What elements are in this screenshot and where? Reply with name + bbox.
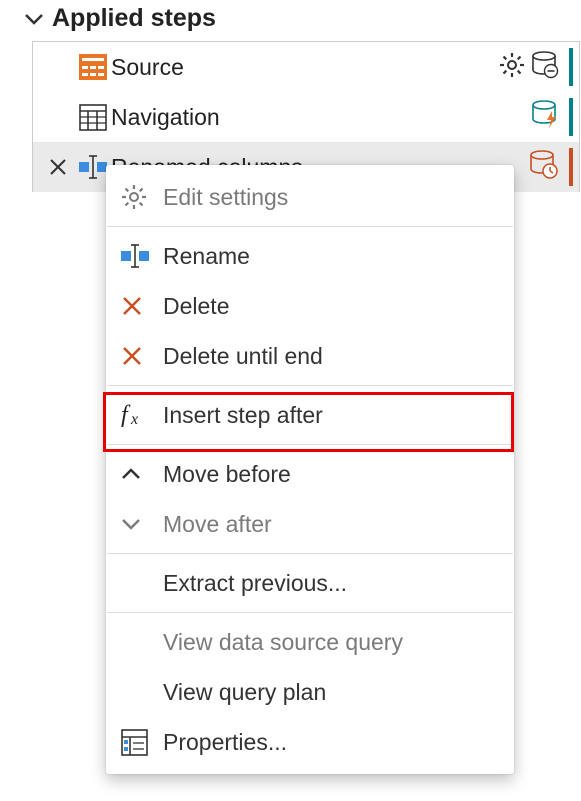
menu-separator [107, 385, 513, 386]
menu-view-query-plan[interactable]: View query plan [107, 667, 513, 717]
rename-icon [121, 243, 163, 269]
chevron-down-icon [24, 9, 44, 29]
menu-delete-until-end[interactable]: Delete until end [107, 331, 513, 381]
database-clock-icon[interactable] [529, 150, 559, 185]
accent-bar [569, 98, 573, 136]
menu-rename[interactable]: Rename [107, 231, 513, 281]
menu-insert-step-after[interactable]: Insert step after [107, 390, 513, 440]
accent-bar [569, 48, 573, 86]
menu-separator [107, 444, 513, 445]
menu-separator [107, 226, 513, 227]
database-bolt-icon[interactable] [531, 100, 559, 135]
menu-properties[interactable]: Properties... [107, 717, 513, 767]
menu-edit-settings: Edit settings [107, 172, 513, 222]
menu-separator [107, 553, 513, 554]
chevron-down-icon [121, 514, 163, 534]
database-minus-icon[interactable] [531, 51, 559, 84]
applied-steps-header[interactable]: Applied steps [0, 4, 581, 39]
menu-move-before[interactable]: Move before [107, 449, 513, 499]
menu-view-data-source-query: View data source query [107, 617, 513, 667]
delete-step-button[interactable] [41, 157, 75, 177]
table-icon [75, 104, 111, 131]
menu-delete[interactable]: Delete [107, 281, 513, 331]
step-label: Source [111, 54, 499, 81]
gear-icon[interactable] [499, 52, 525, 83]
step-context-menu: Edit settings Rename Delete Delete until… [106, 165, 514, 774]
accent-bar [569, 148, 573, 186]
step-label: Navigation [111, 104, 531, 131]
step-navigation[interactable]: Navigation [33, 92, 579, 142]
source-table-icon [75, 54, 111, 80]
step-source[interactable]: Source [33, 42, 579, 92]
gear-icon [121, 184, 163, 210]
menu-move-after: Move after [107, 499, 513, 549]
panel-title: Applied steps [52, 4, 216, 33]
menu-extract-previous[interactable]: Extract previous... [107, 558, 513, 608]
close-icon [121, 295, 163, 317]
properties-icon [121, 729, 163, 756]
menu-separator [107, 612, 513, 613]
close-icon [121, 345, 163, 367]
chevron-up-icon [121, 464, 163, 484]
fx-icon [121, 402, 163, 428]
